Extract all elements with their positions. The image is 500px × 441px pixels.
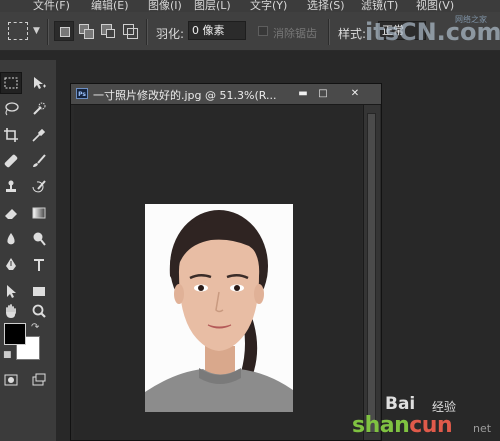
eraser-icon <box>5 209 17 219</box>
document-title: 一寸照片修改好的.jpg @ 51.3%(R... <box>93 89 277 102</box>
history-brush-tool[interactable] <box>28 176 50 198</box>
healing-brush-icon <box>4 154 18 168</box>
healing-brush-tool[interactable] <box>0 150 22 172</box>
watermark-baidu: Bai <box>385 394 416 414</box>
dodge-tool[interactable] <box>28 228 50 250</box>
eraser-tool[interactable] <box>0 202 22 224</box>
menu-layer[interactable]: 图层(L) <box>194 0 231 12</box>
close-button[interactable]: ✕ <box>345 86 365 101</box>
lasso-tool[interactable] <box>0 98 22 120</box>
foreground-color-swatch[interactable] <box>4 323 26 345</box>
menu-file[interactable]: 文件(F) <box>33 0 70 12</box>
menu-select[interactable]: 选择(S) <box>307 0 345 12</box>
blur-tool[interactable] <box>0 228 22 250</box>
separator <box>146 19 148 45</box>
menu-image[interactable]: 图像(I) <box>148 0 182 12</box>
chevron-down-icon[interactable]: ▼ <box>33 26 40 36</box>
quick-select-icon <box>33 102 46 115</box>
clone-stamp-icon <box>6 180 16 192</box>
crop-icon <box>4 128 18 142</box>
intersect-selection-button[interactable] <box>120 21 140 41</box>
default-colors-icon[interactable]: ■ <box>3 350 12 360</box>
move-tool[interactable] <box>28 72 50 94</box>
menu-type[interactable]: 文字(Y) <box>250 0 287 12</box>
watermark-net: net <box>473 422 492 435</box>
document-title-bar[interactable]: Ps 一寸照片修改好的.jpg @ 51.3%(R... ▬ □ ✕ <box>71 84 381 105</box>
zoom-tool[interactable] <box>28 300 50 322</box>
brush-tool[interactable] <box>28 150 50 172</box>
path-select-tool[interactable] <box>0 280 22 302</box>
screen-mode-icon <box>32 373 46 386</box>
subtract-selection-button[interactable] <box>98 21 118 41</box>
blur-icon <box>7 233 15 245</box>
pen-icon <box>6 258 16 270</box>
menu-edit[interactable]: 编辑(E) <box>91 0 129 12</box>
style-label: 样式: <box>338 27 367 41</box>
menu-bar: 文件(F) 编辑(E) 图像(I) 图层(L) 文字(Y) 选择(S) 滤镜(T… <box>0 0 500 12</box>
move-icon <box>34 77 46 89</box>
dodge-icon <box>33 232 46 246</box>
lasso-icon <box>5 102 19 116</box>
eyedropper-tool[interactable] <box>28 124 50 146</box>
watermark-part-1: shan <box>352 413 410 438</box>
clone-stamp-tool[interactable] <box>0 176 22 198</box>
path-select-icon <box>7 285 16 298</box>
hand-tool[interactable] <box>0 300 22 322</box>
crop-tool[interactable] <box>0 124 22 146</box>
minimize-button[interactable]: ▬ <box>293 86 313 101</box>
new-selection-button[interactable] <box>54 21 74 41</box>
quick-mask-button[interactable] <box>0 369 22 391</box>
portrait-photo <box>145 204 293 412</box>
type-icon <box>34 259 44 271</box>
watermark-shancun: shancun <box>352 413 453 438</box>
pen-tool[interactable] <box>0 254 22 276</box>
antialias-checkbox[interactable] <box>258 26 268 36</box>
swap-colors-icon[interactable]: ↷ <box>31 322 39 333</box>
quick-select-tool[interactable] <box>28 98 50 120</box>
rect-marquee-icon <box>4 77 18 89</box>
toolbox: ↷ ■ <box>0 60 56 441</box>
maximize-button[interactable]: □ <box>313 86 333 101</box>
rectangle-shape-tool[interactable] <box>28 280 50 302</box>
brush-icon <box>33 154 46 167</box>
eyedropper-icon <box>32 128 46 142</box>
vertical-scrollbar[interactable] <box>363 105 380 440</box>
gradient-icon <box>32 207 46 219</box>
hand-icon <box>6 304 16 318</box>
watermark-part-2: cun <box>409 413 453 438</box>
quick-mask-icon <box>4 374 18 386</box>
history-brush-icon <box>32 180 46 193</box>
feather-input[interactable]: 0 像素 <box>188 21 246 40</box>
zoom-icon <box>32 304 46 318</box>
antialias-label: 消除锯齿 <box>273 27 317 40</box>
rectangle-shape-icon <box>33 287 45 296</box>
separator <box>328 19 330 45</box>
rect-marquee-tool[interactable] <box>0 72 22 94</box>
screen-mode-button[interactable] <box>28 369 50 391</box>
ps-document-icon: Ps <box>76 88 88 99</box>
add-selection-button[interactable] <box>76 21 96 41</box>
watermark-network-home: 网络之家 <box>455 15 487 24</box>
gradient-tool[interactable] <box>28 202 50 224</box>
separator <box>47 19 49 45</box>
scrollbar-thumb[interactable] <box>367 113 376 433</box>
marquee-preset-icon[interactable] <box>8 22 28 40</box>
portrait-image <box>145 210 293 412</box>
menu-filter[interactable]: 滤镜(T) <box>361 0 398 12</box>
menu-view[interactable]: 视图(V) <box>416 0 454 12</box>
feather-label: 羽化: <box>156 27 185 41</box>
type-tool[interactable] <box>28 254 50 276</box>
